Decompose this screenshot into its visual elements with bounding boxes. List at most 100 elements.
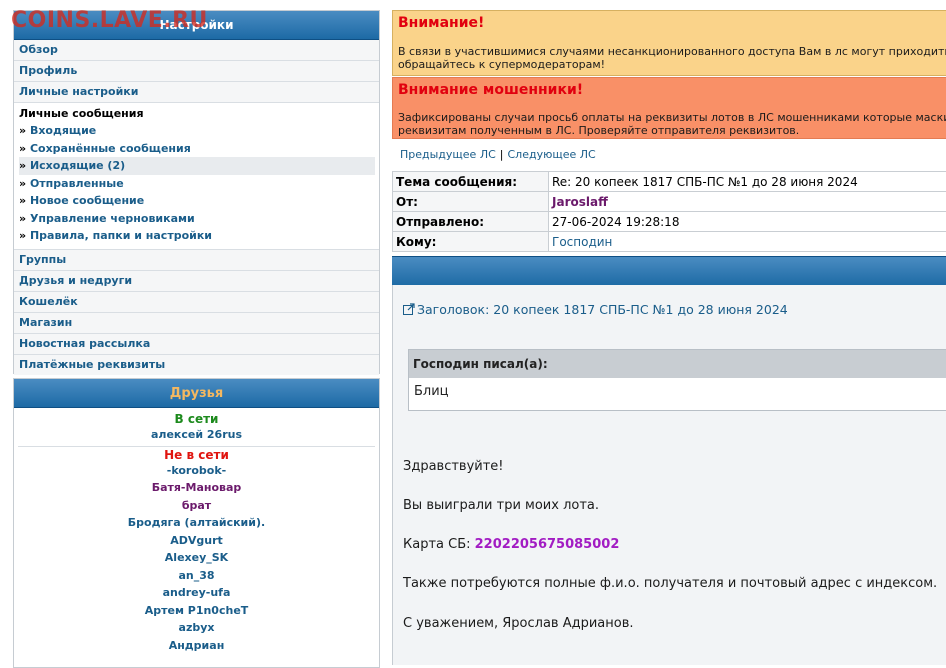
bullet: » [19,124,26,137]
message-body: Заголовок: 20 копеек 1817 СПБ-ПС №1 до 2… [392,285,946,665]
pm-navigation: Предыдущее ЛС | Следующее ЛС [400,148,596,161]
nav-overview-label[interactable]: Обзор [19,43,58,56]
quote-author: Господин писал(а): [409,350,946,378]
nav-newsletter[interactable]: Новостная рассылка [14,334,379,355]
friend-offline-item[interactable]: брат [14,497,379,515]
warning-alert-line1: В связи в участившимися случаями несанкц… [398,45,946,58]
friends-header: Друзья [14,379,379,408]
message-line-lots: Вы выиграли три моих лота. [403,498,599,513]
friend-offline-item[interactable]: azbyx [14,619,379,637]
warning-alert-line2: обращайтесь к супермодераторам! [398,58,946,71]
meta-subject-label: Тема сообщения: [393,172,549,192]
bullet: » [19,194,26,207]
pm-inbox-link[interactable]: » Входящие [19,122,379,140]
fraud-alert: Внимание мошенники! Зафиксированы случаи… [392,77,946,139]
nav-newsletter-label[interactable]: Новостная рассылка [19,337,150,350]
fraud-alert-line1: Зафиксированы случаи просьб оплаты на ре… [398,111,946,124]
friend-offline-item[interactable]: -korobok- [14,462,379,480]
bullet: » [19,177,26,190]
friend-offline-item[interactable]: Батя-Мановар [14,479,379,497]
message-meta-table: Тема сообщения: Re: 20 копеек 1817 СПБ-П… [392,171,946,252]
sender-username-link[interactable]: Jaroslaff [552,195,608,209]
message-greeting: Здравствуйте! [403,459,504,474]
message-header-bar [392,256,946,286]
nav-private-messages-section: Личные сообщения » Входящие » Сохранённы… [14,103,379,250]
pm-saved-label[interactable]: Сохранённые сообщения [30,142,191,155]
pm-inbox-label[interactable]: Входящие [30,124,96,137]
message-line-address: Также потребуются полные ф.и.о. получате… [403,576,937,591]
meta-row-sent: Отправлено: 27-06-2024 19:28:18 [393,212,946,232]
prev-pm-link[interactable]: Предыдущее ЛС [400,148,496,161]
divider [18,446,375,447]
meta-to-label: Кому: [393,232,549,252]
bullet: » [19,142,26,155]
message-card-line: Карта СБ: 2202205675085002 [403,537,619,552]
fraud-alert-line2: реквизитам полученным в ЛС. Проверяйте о… [398,124,946,137]
friend-offline-item[interactable]: andrey-ufa [14,584,379,602]
quote-block: Господин писал(а): Блиц [408,349,946,411]
online-label: В сети [14,412,379,426]
friend-offline-item[interactable]: Артем P1n0cheT [14,602,379,620]
friend-offline-item[interactable]: Бродяга (алтайский). [14,514,379,532]
meta-sent-label: Отправлено: [393,212,549,232]
nav-wallet-label[interactable]: Кошелёк [19,295,78,308]
nav-shop[interactable]: Магазин [14,313,379,334]
bullet: » [19,212,26,225]
card-number: 2202205675085002 [475,537,620,552]
card-label: Карта СБ: [403,537,471,552]
nav-personal-settings-label[interactable]: Личные настройки [19,85,138,98]
friend-offline-item[interactable]: Андриан [14,637,379,655]
bullet: » [19,229,26,242]
nav-profile[interactable]: Профиль [14,61,379,82]
warning-alert-title: Внимание! [398,15,946,31]
pm-outbox-link[interactable]: » Исходящие (2) [19,157,375,175]
nav-payment-details-label[interactable]: Платёжные реквизиты [19,358,165,371]
meta-row-subject: Тема сообщения: Re: 20 копеек 1817 СПБ-П… [393,172,946,192]
friend-offline-item[interactable]: ADVgurt [14,532,379,550]
quote-text: Блиц [409,378,946,405]
message-subject: Заголовок: 20 копеек 1817 СПБ-ПС №1 до 2… [403,302,788,317]
pm-outbox-label[interactable]: Исходящие (2) [30,159,125,172]
fraud-alert-title: Внимание мошенники! [398,82,946,98]
offline-label: Не в сети [14,448,379,462]
meta-row-from: От: Jaroslaff [393,192,946,212]
settings-panel: Настройки Обзор Профиль Личные настройки… [13,10,380,374]
nav-groups-label[interactable]: Группы [19,253,66,266]
pm-sent-label[interactable]: Отправленные [30,177,124,190]
nav-shop-label[interactable]: Магазин [19,316,72,329]
nav-wallet[interactable]: Кошелёк [14,292,379,313]
friends-title: Друзья [170,386,223,401]
warning-alert: Внимание! В связи в участившимися случая… [392,10,946,76]
next-pm-link[interactable]: Следующее ЛС [508,148,596,161]
recipient-username-link[interactable]: Господин [552,235,612,249]
nav-payment-details[interactable]: Платёжные реквизиты [14,355,379,375]
bullet: » [19,159,26,172]
meta-subject-value: Re: 20 копеек 1817 СПБ-ПС №1 до 28 июня … [549,172,946,192]
nav-overview[interactable]: Обзор [14,40,379,61]
nav-friends-foes-label[interactable]: Друзья и недруги [19,274,132,287]
pm-section-title: Личные сообщения [19,105,379,122]
nav-friends-foes[interactable]: Друзья и недруги [14,271,379,292]
friend-online-item[interactable]: алексей 26rus [14,426,379,444]
friends-panel: Друзья В сети алексей 26rus Не в сети -k… [13,378,380,668]
meta-row-to: Кому: Господин [393,232,946,252]
external-link-icon [403,303,415,315]
settings-title: Настройки [159,18,233,32]
pm-rules-link[interactable]: » Правила, папки и настройки [19,227,379,245]
nav-groups[interactable]: Группы [14,250,379,271]
pm-saved-link[interactable]: » Сохранённые сообщения [19,140,379,158]
message-subject-text: Заголовок: 20 копеек 1817 СПБ-ПС №1 до 2… [417,302,788,317]
friend-offline-item[interactable]: Alexey_SK [14,549,379,567]
message-signoff: С уважением, Ярослав Адрианов. [403,616,634,631]
nav-profile-label[interactable]: Профиль [19,64,77,77]
meta-from-label: От: [393,192,549,212]
pmnav-separator: | [500,148,504,161]
pm-drafts-label[interactable]: Управление черновиками [30,212,195,225]
pm-drafts-link[interactable]: » Управление черновиками [19,210,379,228]
pm-rules-label[interactable]: Правила, папки и настройки [30,229,212,242]
friend-offline-item[interactable]: an_38 [14,567,379,585]
pm-new-message-label[interactable]: Новое сообщение [30,194,144,207]
nav-personal-settings[interactable]: Личные настройки [14,82,379,103]
pm-sent-link[interactable]: » Отправленные [19,175,379,193]
pm-new-message-link[interactable]: » Новое сообщение [19,192,379,210]
